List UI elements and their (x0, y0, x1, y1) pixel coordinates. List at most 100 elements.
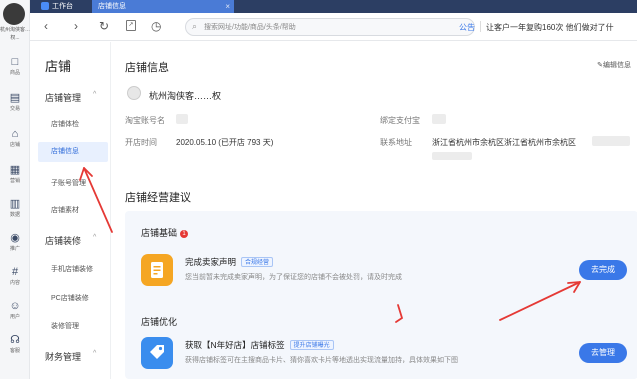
headset-icon: ☊ (10, 334, 20, 346)
tab-label: 店铺信息 (98, 3, 126, 10)
card-title-text: 完成卖家声明 (185, 257, 237, 267)
search-input[interactable]: ⌕ 搜索网址/功能/商品/头条/帮助 (185, 18, 475, 36)
card-description: 您当前暂未完成卖家声明，为了保证您的店铺不会被处罚，请及时完成 (185, 274, 402, 281)
card-seller-declaration: 完成卖家声明 合规经营 您当前暂未完成卖家声明，为了保证您的店铺不会被处罚，请及时… (141, 252, 631, 292)
history-icon[interactable]: ◷ (151, 19, 161, 34)
trade-icon: ▤ (9, 92, 21, 104)
home-icon (41, 2, 49, 10)
group-label: 财务管理 (45, 352, 82, 362)
card-title-text: 获取【N年好店】店铺标签 (185, 340, 285, 350)
page-title: 店铺信息 (125, 62, 169, 74)
address-redacted (592, 136, 630, 146)
section-label: 店铺基础 (141, 228, 178, 238)
open-time-value: 2020.05.10 (已开店 793 天) (176, 138, 274, 147)
user-avatar[interactable] (3, 3, 25, 25)
store-name-line1: 杭州淘侠客… (0, 27, 30, 33)
manage-button[interactable]: 去管理 (579, 343, 627, 363)
count-badge: 1 (180, 230, 189, 238)
notice-label[interactable]: 公告 (459, 22, 475, 33)
sidebar-group-decoration[interactable]: 店铺装修 ^ (45, 234, 96, 247)
main-content: 店铺信息 ✎编辑信息 杭州淘侠客……权 淘宝账号名 绑定支付宝 开店时间 202… (112, 42, 637, 379)
complete-button[interactable]: 去完成 (579, 260, 627, 280)
notice-text[interactable]: 让客户一年复购160次 他们做对了什 (486, 22, 614, 33)
hashtag-icon: # (11, 266, 19, 278)
rail-item-promo[interactable]: ◉ 推广 (0, 232, 30, 252)
refresh-icon[interactable]: ↻ (99, 19, 109, 34)
promo-icon: ◉ (10, 232, 20, 244)
open-time-label: 开店时间 (125, 138, 157, 147)
tab-shop-info[interactable]: 店铺信息 × (92, 0, 234, 13)
goods-icon: □ (11, 56, 19, 68)
tab-label: 工作台 (52, 3, 73, 10)
secondary-sidebar: 店铺 店铺管理 ^ 店铺体检 店铺信息 子账号管理 店铺素材 店铺装修 ^ 手机… (31, 42, 111, 379)
shop-avatar (127, 86, 141, 100)
back-icon[interactable]: ‹ (44, 19, 48, 34)
tab-workbench[interactable]: 工作台 (38, 0, 94, 13)
chevron-up-icon: ^ (93, 350, 97, 357)
rail-label: 交易 (9, 106, 20, 112)
store-name-line2: 权... (10, 35, 20, 41)
advice-title: 店铺经营建议 (125, 192, 191, 204)
taobao-account-label: 淘宝账号名 (125, 116, 165, 125)
rail-item-service[interactable]: ☊ 客服 (0, 334, 30, 354)
card-shop-tag: 获取【N年好店】店铺标签 提升店铺曝光 获得店铺标签可在主搜商品卡片、猜你喜欢卡片… (141, 335, 631, 375)
taobao-account-value-redacted (176, 114, 188, 124)
chevron-up-icon: ^ (93, 91, 97, 98)
alipay-label: 绑定支付宝 (380, 116, 420, 125)
rail-item-shop[interactable]: ⌂ 店铺 (0, 128, 30, 148)
chevron-up-icon: ^ (93, 234, 97, 241)
rail-label: 营销 (9, 178, 20, 184)
shop-name: 杭州淘侠客……权 (149, 91, 222, 101)
tag-icon (141, 337, 173, 369)
sidebar-item-subaccount[interactable]: 子账号管理 (51, 178, 86, 188)
rail-item-users[interactable]: ☺ 用户 (0, 300, 30, 320)
sidebar-group-shop-manage[interactable]: 店铺管理 ^ (45, 91, 96, 104)
advice-panel: 店铺基础 1 完成卖家声明 合规经营 您当前暂未完成卖家声明，为了保证您的店铺不会被… (125, 211, 637, 379)
rail-label: 商品 (9, 70, 20, 76)
group-label: 店铺装修 (45, 236, 82, 246)
rail-label: 店铺 (9, 142, 20, 148)
address-value: 浙江省杭州市余杭区浙江省杭州市余杭区 (432, 138, 576, 147)
forward-icon[interactable]: › (74, 19, 78, 34)
rail-item-content[interactable]: # 内容 (0, 266, 30, 286)
rail-item-data[interactable]: ▥ 数据 (0, 198, 30, 218)
address-redacted (432, 152, 472, 160)
edit-info-link[interactable]: ✎编辑信息 (597, 60, 631, 70)
data-icon: ▥ (9, 198, 21, 210)
new-window-icon[interactable]: ↗ (126, 20, 136, 31)
rail-item-trade[interactable]: ▤ 交易 (0, 92, 30, 112)
card-tag: 合规经营 (241, 257, 274, 267)
shop-icon: ⌂ (11, 128, 19, 140)
search-icon: ⌕ (192, 21, 198, 31)
sidebar-item-pc-decoration[interactable]: PC店铺装修 (51, 293, 89, 303)
app-root: 杭州淘侠客… 权... □ 商品 ▤ 交易 ⌂ 店铺 ▦ 营销 ▥ 数据 ◉ 推广 # 内容 … (0, 0, 637, 379)
rail-label: 内容 (9, 280, 20, 286)
sidebar-item-materials[interactable]: 店铺素材 (51, 205, 79, 215)
sidebar-item-decoration-manage[interactable]: 装修管理 (51, 321, 79, 331)
section-basic-title: 店铺基础 1 (141, 226, 189, 239)
user-icon: ☺ (9, 300, 21, 312)
rail-item-marketing[interactable]: ▦ 营销 (0, 164, 30, 184)
browser-toolbar: ‹ › ↻ ↗ ◷ ⌕ 搜索网址/功能/商品/头条/帮助 公告 让客户一年复购1… (30, 13, 637, 41)
rail-label: 数据 (9, 212, 20, 218)
sidebar-item-shop-info[interactable]: 店铺信息 (38, 142, 108, 162)
address-label: 联系地址 (380, 138, 412, 147)
rail-label: 用户 (9, 314, 20, 320)
sidebar-item-shop-checkup[interactable]: 店铺体检 (51, 119, 79, 129)
sidebar-title: 店铺 (45, 59, 72, 74)
rail-label: 客服 (9, 348, 20, 354)
search-placeholder: 搜索网址/功能/商品/头条/帮助 (204, 24, 296, 31)
left-rail: 杭州淘侠客… 权... □ 商品 ▤ 交易 ⌂ 店铺 ▦ 营销 ▥ 数据 ◉ 推广 # 内容 … (0, 0, 30, 379)
card-title: 获取【N年好店】店铺标签 提升店铺曝光 (185, 339, 334, 351)
rail-item-goods[interactable]: □ 商品 (0, 56, 30, 76)
edit-info-label: 编辑信息 (603, 62, 631, 69)
close-icon[interactable]: × (225, 0, 230, 13)
divider (480, 21, 481, 32)
card-title: 完成卖家声明 合规经营 (185, 256, 274, 268)
sidebar-item-mobile-decoration[interactable]: 手机店铺装修 (51, 264, 93, 274)
alipay-value-redacted (432, 114, 446, 124)
sidebar-group-finance[interactable]: 财务管理 ^ (45, 350, 96, 363)
marketing-icon: ▦ (9, 164, 21, 176)
tab-bar: 工作台 店铺信息 × (30, 0, 637, 13)
card-description: 获得店铺标签可在主搜商品卡片、猜你喜欢卡片等地透出实现流量加持，具体效果如下图 (185, 357, 458, 364)
